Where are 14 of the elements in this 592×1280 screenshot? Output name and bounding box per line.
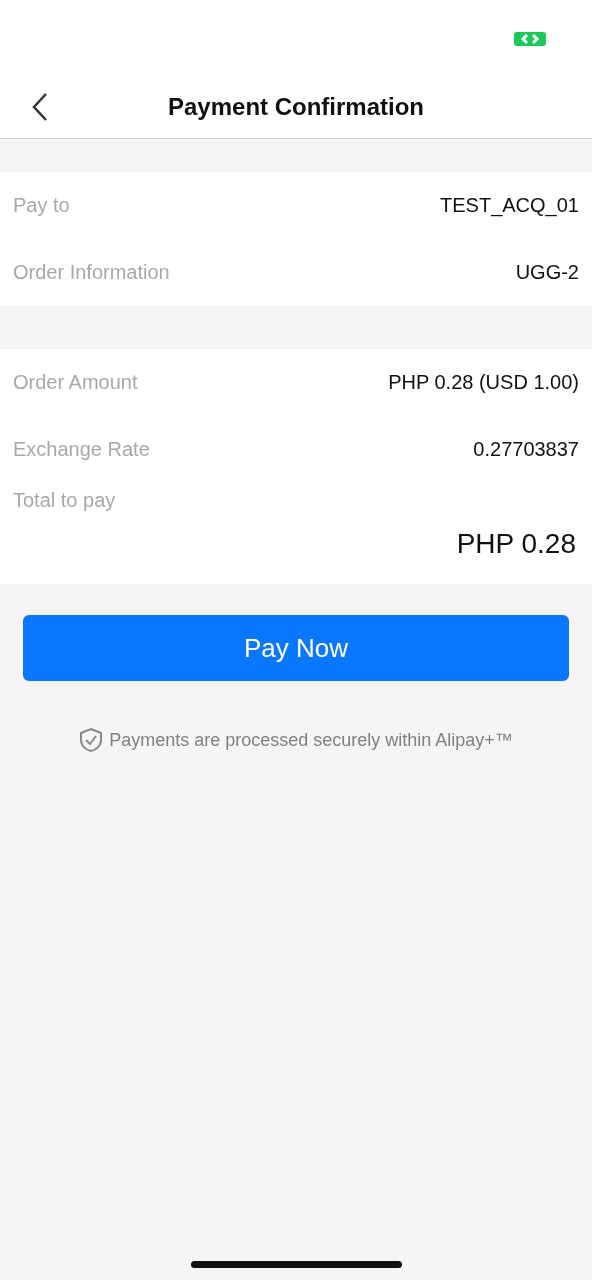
- pay-now-button[interactable]: Pay Now: [23, 615, 569, 681]
- field-value: TEST_ACQ_01: [440, 194, 579, 217]
- total-amount: PHP 0.28: [456, 528, 576, 559]
- field-value: PHP 0.28 (USD 1.00): [388, 371, 579, 394]
- page-title: Payment Confirmation: [168, 93, 424, 120]
- field-label: Order Amount: [13, 371, 138, 394]
- field-value: UGG-2: [515, 261, 579, 284]
- field-label: Exchange Rate: [13, 438, 150, 461]
- security-note: Payments are processed securely within Alipay+™: [109, 729, 513, 751]
- field-value: 0.27703837: [473, 438, 579, 461]
- field-label: Total to pay: [13, 489, 116, 511]
- field-label: Pay to: [13, 194, 70, 217]
- field-label: Order Information: [13, 261, 170, 284]
- shield-check-icon: [79, 727, 104, 753]
